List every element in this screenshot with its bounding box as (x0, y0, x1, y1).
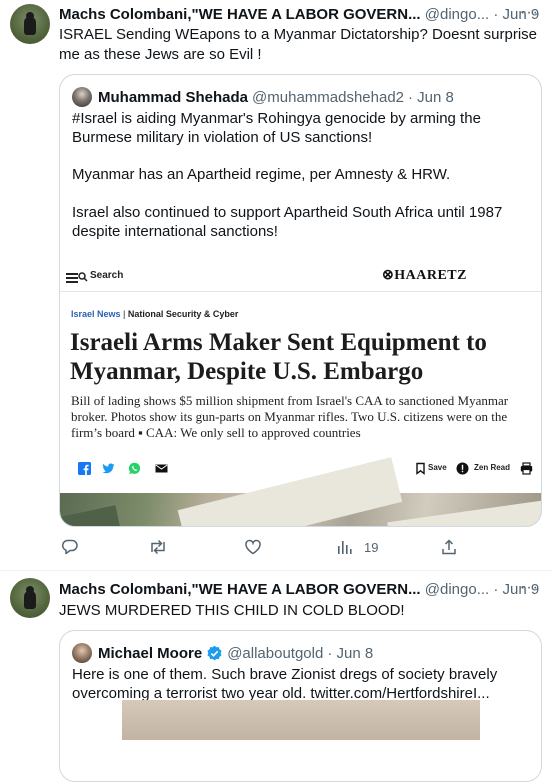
author-name[interactable]: Machs Colombani,"WE HAVE A LABOR GOVERN.… (59, 6, 421, 23)
quoted-tweet[interactable]: Michael Moore @allaboutgold · Jun 8 Here… (59, 630, 542, 782)
print-icon (520, 462, 533, 475)
retweet-icon[interactable] (148, 538, 168, 556)
article-top-bar: Search ⊗HAARETZ (60, 263, 541, 292)
quote-text-1: #Israel is aiding Myanmar's Rohingya gen… (72, 110, 481, 146)
tweet-text: JEWS MURDERED THIS CHILD IN COLD BLOOD! (59, 602, 405, 619)
whatsapp-icon (128, 462, 141, 475)
article-photo (60, 457, 541, 526)
tweet-actions: 19 (59, 538, 489, 558)
quote-author-avatar[interactable] (72, 87, 92, 107)
quote-author-handle[interactable]: @allaboutgold (227, 645, 323, 662)
kicker-separator: | (120, 309, 128, 319)
facebook-icon (78, 462, 91, 475)
tweet-1[interactable]: Machs Colombani,"WE HAVE A LABOR GOVERN.… (0, 0, 553, 570)
article-subsection: National Security & Cyber (127, 309, 239, 319)
quote-text: Here is one of them. Such brave Zionist … (72, 666, 498, 702)
like-icon[interactable] (244, 538, 262, 556)
author-avatar[interactable] (10, 4, 50, 44)
zen-read-label: Zen Read (474, 463, 511, 472)
tweet-2[interactable]: Machs Colombani,"WE HAVE A LABOR GOVERN.… (0, 571, 553, 782)
tweet-text: ISRAEL Sending WEapons to a Myanmar Dict… (59, 26, 538, 63)
quote-text-2: Myanmar has an Apartheid regime, per Amn… (72, 166, 451, 183)
email-icon (155, 464, 168, 473)
search-label: Search (90, 270, 124, 281)
article-screenshot[interactable]: Search ⊗HAARETZ Israel News | National S… (60, 263, 541, 526)
haaretz-logo: ⊗HAARETZ (382, 268, 467, 283)
twitter-icon (102, 463, 115, 474)
reply-icon[interactable] (61, 538, 79, 556)
more-options-icon[interactable]: ··· (520, 579, 539, 597)
search-icon (78, 272, 88, 282)
quote-author-name[interactable]: Michael Moore (98, 645, 202, 662)
views-icon[interactable] (337, 538, 353, 556)
author-name[interactable]: Machs Colombani,"WE HAVE A LABOR GOVERN.… (59, 581, 421, 598)
article-headline: Israeli Arms Maker Sent Equipment to Mya… (70, 329, 487, 385)
quote-date[interactable]: · Jun 8 (408, 89, 454, 106)
author-handle[interactable]: @dingo... (425, 6, 489, 23)
quote-photo[interactable] (122, 700, 480, 740)
bookmark-icon (416, 462, 425, 475)
quote-text-3: Israel also continued to support Aparthe… (72, 204, 503, 240)
author-avatar[interactable] (10, 578, 50, 618)
article-kicker: Israel News | National Security & Cyber (71, 309, 238, 319)
article-section: Israel News (71, 309, 121, 319)
more-options-icon[interactable]: ··· (520, 4, 539, 22)
quote-author-name[interactable]: Muhammad Shehada (98, 89, 248, 106)
tweet-header: Machs Colombani,"WE HAVE A LABOR GOVERN.… (59, 581, 539, 598)
quote-header: Muhammad Shehada @muhammadshehad2 · Jun … (72, 87, 454, 107)
quote-author-avatar[interactable] (72, 643, 92, 663)
save-label: Save (428, 463, 447, 472)
views-count: 19 (364, 540, 379, 555)
quote-author-handle[interactable]: @muhammadshehad2 (252, 89, 404, 106)
tweet-header: Machs Colombani,"WE HAVE A LABOR GOVERN.… (59, 6, 539, 23)
menu-icon (66, 273, 78, 283)
share-icon[interactable] (440, 538, 458, 556)
quoted-tweet[interactable]: Muhammad Shehada @muhammadshehad2 · Jun … (59, 74, 542, 527)
quote-header: Michael Moore @allaboutgold · Jun 8 (72, 643, 373, 663)
zen-read-icon (456, 462, 469, 475)
article-subhead: Bill of lading shows $5 million shipment… (71, 393, 509, 440)
author-handle[interactable]: @dingo... (425, 581, 489, 598)
quote-date[interactable]: · Jun 8 (327, 645, 373, 662)
verified-badge-icon (207, 645, 222, 660)
